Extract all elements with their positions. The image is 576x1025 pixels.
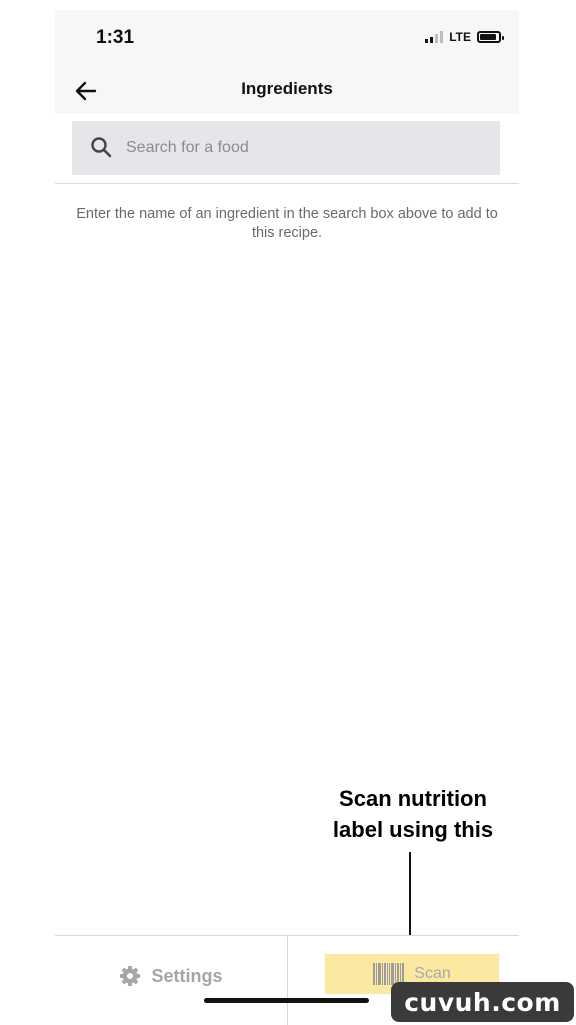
phone-screen: 1:31 LTE Ingredients Enter the name of a… — [55, 10, 519, 1024]
status-bar: 1:31 LTE — [55, 10, 519, 68]
status-time: 1:31 — [96, 27, 135, 48]
gear-icon — [120, 966, 141, 986]
helper-text: Enter the name of an ingredient in the s… — [76, 206, 498, 241]
search-icon — [91, 137, 112, 158]
tab-settings-label: Settings — [151, 965, 223, 986]
nav-header: Ingredients — [55, 68, 519, 115]
annotation-label: Scan nutrition label using this — [332, 786, 494, 842]
battery-icon — [477, 31, 504, 43]
page-title: Ingredients — [241, 79, 333, 98]
tab-divider — [287, 936, 288, 1025]
tab-scan-label: Scan — [414, 965, 451, 982]
search-bar[interactable] — [72, 121, 500, 175]
watermark: cuvuh.com — [391, 982, 574, 1022]
tab-settings[interactable]: Settings — [55, 936, 287, 1016]
status-indicators: LTE — [425, 30, 504, 44]
signal-icon — [425, 31, 444, 43]
annotation-arrow — [409, 852, 411, 937]
search-section — [55, 114, 519, 184]
network-label: LTE — [449, 30, 471, 44]
home-indicator — [204, 998, 369, 1003]
search-input[interactable] — [126, 121, 486, 175]
